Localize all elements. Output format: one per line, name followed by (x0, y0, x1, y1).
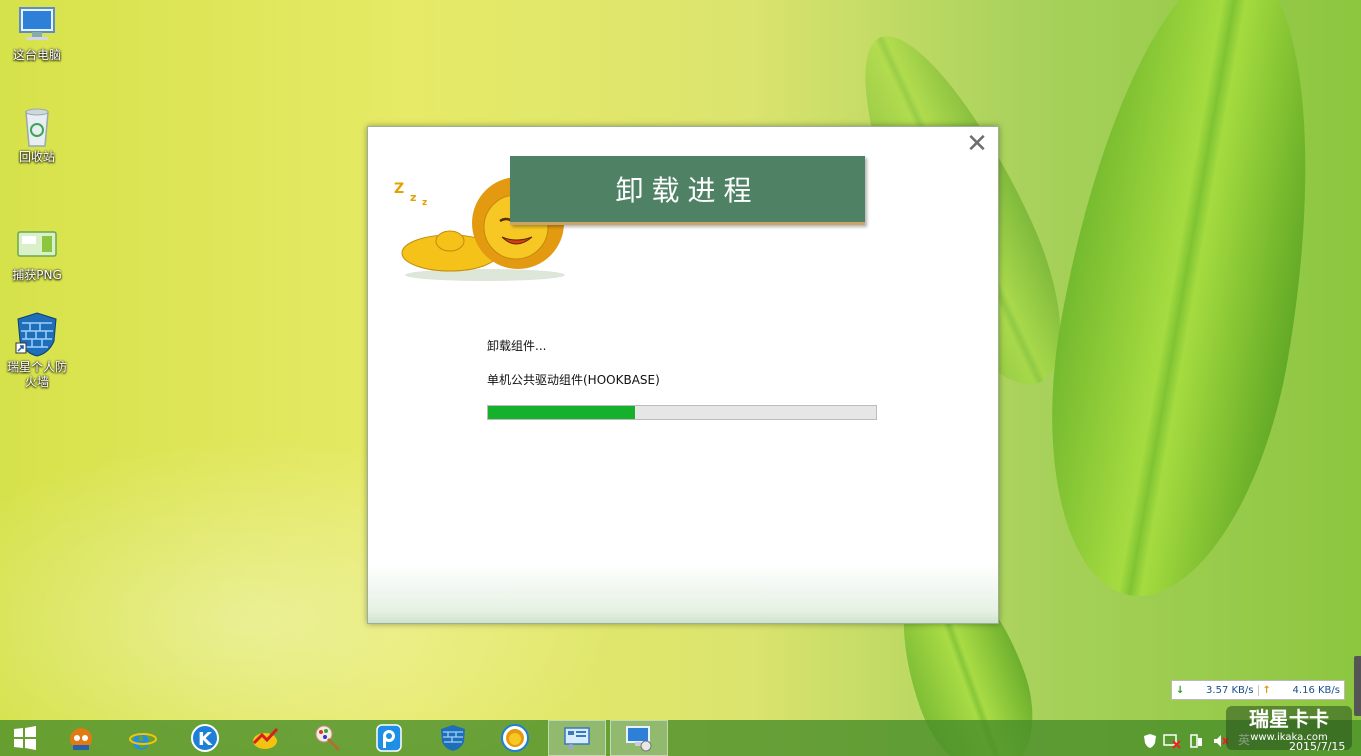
image-file-icon (17, 231, 57, 257)
svg-text:Z: Z (394, 181, 404, 197)
taskbar-app-rising[interactable] (52, 720, 110, 756)
desktop-icon-capture-png[interactable]: 捕获PNG (4, 224, 70, 283)
close-icon: ✕ (966, 129, 988, 159)
svg-text:e: e (132, 723, 150, 753)
download-speed-value: 3.57 KB/s (1206, 684, 1254, 696)
taskbar-app-stocks[interactable] (236, 720, 294, 756)
desktop-icon-label: 回收站 (18, 150, 55, 164)
taskbar-app-display[interactable] (610, 720, 668, 756)
network-status-icon[interactable] (1163, 733, 1181, 749)
pptv-icon (376, 724, 402, 752)
dialog-title: 卸载进程 (615, 174, 760, 207)
paint-tools-icon (315, 725, 341, 752)
taskbar-app-kugou[interactable]: K (176, 720, 234, 756)
firewall-icon (441, 725, 465, 751)
internet-explorer-icon: e (129, 723, 157, 753)
desktop-icon-label: 这台电脑 (12, 48, 61, 62)
dialog-title-banner: 卸载进程 (510, 156, 865, 225)
system-clock-date[interactable]: 2015/7/15 (1289, 740, 1345, 753)
uninstall-status-text: 卸载组件... (487, 339, 547, 353)
side-panel-handle[interactable] (1354, 656, 1361, 716)
windows-start-icon (14, 726, 36, 750)
desktop-icon-label: 瑞星个人防 火墙 (6, 360, 67, 389)
close-button[interactable]: ✕ (966, 131, 988, 157)
uninstall-dialog: ✕ Z z z 卸载进程 卸载组件... 单机公共驱动组件(HOOKBASE) (367, 126, 999, 624)
taskbar-app-paint[interactable] (298, 720, 356, 756)
taskbar-app-lion[interactable] (486, 720, 544, 756)
upload-arrow-icon: ↑ (1262, 684, 1271, 696)
desktop-icon-rising-firewall[interactable]: 瑞星个人防 火墙 (4, 310, 70, 390)
start-button[interactable] (0, 720, 50, 756)
taskbar-app-control-panel[interactable] (548, 720, 606, 756)
progress-fill (488, 406, 636, 419)
svg-text:z: z (422, 198, 427, 208)
download-arrow-icon: ↓ (1176, 684, 1185, 696)
control-panel-icon (564, 727, 590, 750)
uninstall-progress-bar (487, 405, 877, 420)
download-speed: ↓ 3.57 KB/s (1172, 685, 1258, 696)
recycle-bin-icon (25, 108, 49, 147)
stock-chart-icon (252, 727, 279, 749)
taskbar-app-firewall[interactable] (424, 720, 482, 756)
taskbar-app-ie[interactable]: e (114, 720, 172, 756)
upload-speed: ↑ 4.16 KB/s (1257, 684, 1345, 696)
desktop-icon-label: 捕获PNG (12, 268, 62, 282)
svg-text:z: z (410, 191, 416, 204)
computer-icon (19, 7, 55, 40)
svg-text:K: K (198, 729, 213, 750)
network-speed-monitor[interactable]: ↓ 3.57 KB/s ↑ 4.16 KB/s (1171, 680, 1345, 700)
dialog-footer-gradient (368, 563, 998, 623)
watermark-brand: 瑞星卡卡 (1249, 707, 1329, 731)
power-icon[interactable] (1188, 733, 1204, 749)
taskbar-app-pptv[interactable] (360, 720, 418, 756)
background-leaf (1016, 0, 1354, 616)
lion-app-icon (501, 724, 529, 752)
security-shield-icon[interactable] (1142, 733, 1158, 749)
desktop-icon-this-pc[interactable]: 这台电脑 (4, 4, 70, 63)
display-settings-icon (626, 726, 652, 752)
upload-speed-value: 4.16 KB/s (1292, 684, 1340, 696)
desktop-icon-recycle-bin[interactable]: 回收站 (4, 106, 70, 165)
firewall-icon (15, 312, 57, 357)
rising-fox-icon (70, 728, 92, 750)
kugou-icon: K (191, 724, 219, 752)
current-component-text: 单机公共驱动组件(HOOKBASE) (487, 373, 660, 387)
